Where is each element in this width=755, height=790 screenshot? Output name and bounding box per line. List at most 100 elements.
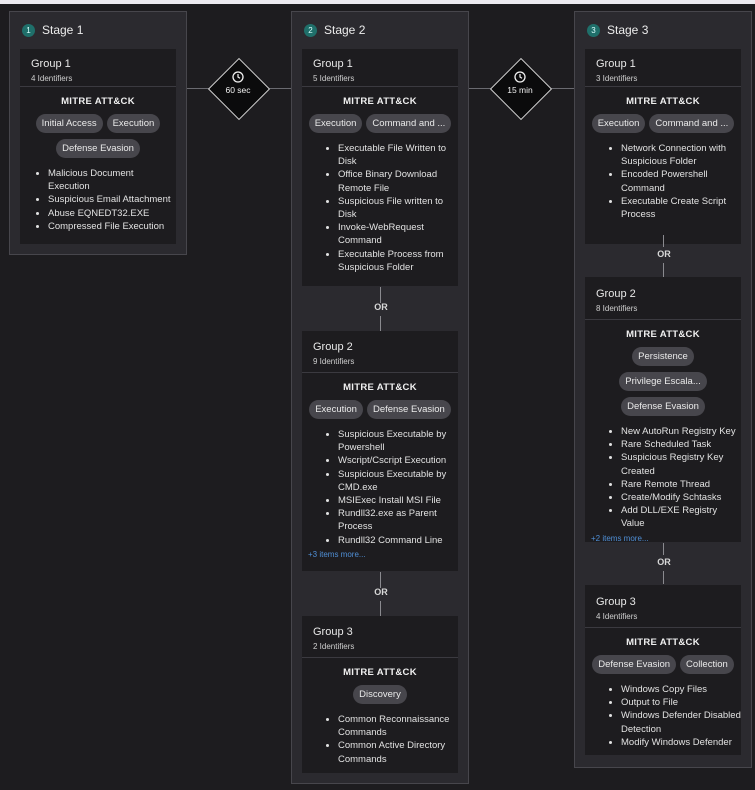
tactic-tag[interactable]: Command and ...	[649, 114, 735, 133]
identifier-list: Network Connection with Suspicious Folde…	[585, 142, 741, 221]
identifier-list: Malicious Document Execution Suspicious …	[20, 167, 176, 233]
mitre-label: MITRE ATT&CK	[343, 382, 417, 393]
stage-2-card[interactable]: 2 Stage 2 Group 1 5 Identifiers MITRE AT…	[291, 11, 469, 784]
group-card[interactable]: Group 3 4 Identifiers MITRE ATT&CK Defen…	[585, 585, 741, 755]
tactic-tag[interactable]: Execution	[308, 114, 363, 133]
list-item: Wscript/Cscript Execution	[338, 454, 458, 467]
group-card[interactable]: Group 1 5 Identifiers MITRE ATT&CK Execu…	[302, 49, 458, 286]
list-item: Suspicious Email Attachment	[48, 193, 176, 206]
tactic-tag[interactable]: Execution	[106, 114, 161, 133]
list-item: Rare Scheduled Task	[621, 438, 741, 451]
list-item: Modify Windows Defender	[621, 736, 741, 749]
list-item: Rare Remote Thread	[621, 478, 741, 491]
list-item: Network Connection with Suspicious Folde…	[621, 142, 741, 168]
group-identifier-count: 4 Identifiers	[31, 74, 73, 83]
or-connector-line	[663, 543, 664, 555]
list-item: Suspicious Executable by CMD.exe	[338, 468, 458, 494]
list-item: Create/Modify Schtasks	[621, 491, 741, 504]
tactic-tags: Defense Evasion Collection	[585, 655, 741, 680]
group-card[interactable]: Group 3 2 Identifiers MITRE ATT&CK Disco…	[302, 616, 458, 773]
list-item: Abuse EQNEDT32.EXE	[48, 207, 176, 220]
group-identifier-count: 4 Identifiers	[596, 612, 638, 621]
tactic-tag[interactable]: Defense Evasion	[621, 397, 705, 416]
group-identifier-count: 8 Identifiers	[596, 304, 638, 313]
mitre-label: MITRE ATT&CK	[61, 96, 135, 107]
identifier-list: Common Reconnaissance Commands Common Ac…	[302, 713, 458, 766]
group-header: Group 2 9 Identifiers	[302, 331, 458, 373]
group-header: Group 1 3 Identifiers	[585, 49, 741, 87]
group-header: Group 1 5 Identifiers	[302, 49, 458, 87]
list-item: Malicious Document Execution	[48, 167, 176, 193]
or-connector-line	[380, 572, 381, 588]
list-item: Common Active Directory Commands	[338, 739, 458, 765]
group-identifier-count: 9 Identifiers	[313, 357, 355, 366]
tactic-tag[interactable]: Defense Evasion	[366, 400, 451, 419]
group-identifier-count: 2 Identifiers	[313, 642, 355, 651]
tactic-tags: Persistence Privilege Escala... Defense …	[585, 347, 741, 422]
list-item: Executable File Written to Disk	[338, 142, 458, 168]
tactic-tags: Execution Command and ...	[585, 114, 741, 139]
group-card[interactable]: Group 2 9 Identifiers MITRE ATT&CK Execu…	[302, 331, 458, 571]
list-item: Suspicious Registry Key Created	[621, 451, 741, 477]
timer-label: 15 min	[507, 85, 533, 95]
group-card[interactable]: Group 2 8 Identifiers MITRE ATT&CK Persi…	[585, 277, 741, 543]
identifier-list: New AutoRun Registry Key Rare Scheduled …	[585, 425, 741, 531]
list-item: Windows Copy Files	[621, 683, 741, 696]
tactic-tag[interactable]: Privilege Escala...	[619, 372, 707, 391]
stage-title: Stage 1	[42, 23, 84, 37]
or-connector-line	[380, 601, 381, 616]
tactic-tags: Execution Command and ...	[302, 114, 458, 139]
mitre-label: MITRE ATT&CK	[343, 96, 417, 107]
identifier-list: Windows Copy Files Output to File Window…	[585, 683, 741, 749]
list-item: Executable Process from Suspicious Folde…	[338, 248, 458, 274]
top-bar	[0, 0, 755, 4]
list-item: Suspicious Executable by Powershell	[338, 428, 458, 454]
timer-2: 15 min	[490, 71, 550, 95]
tactic-tag[interactable]: Defense Evasion	[56, 139, 140, 158]
tactic-tag[interactable]: Execution	[309, 400, 363, 419]
tactic-tag[interactable]: Persistence	[632, 347, 694, 366]
more-items-link[interactable]: +3 items more...	[302, 550, 458, 559]
group-title: Group 2	[313, 341, 353, 353]
list-item: Invoke-WebRequest Command	[338, 221, 458, 247]
more-items-link[interactable]: +2 items more...	[585, 534, 741, 543]
timer-1: 60 sec	[208, 71, 268, 95]
stage-1-card[interactable]: 1 Stage 1 Group 1 4 Identifiers MITRE AT…	[9, 11, 187, 255]
or-connector-line	[663, 571, 664, 584]
group-title: Group 2	[596, 288, 636, 300]
clock-icon	[232, 71, 244, 83]
timer-label: 60 sec	[225, 85, 251, 95]
group-card[interactable]: Group 1 3 Identifiers MITRE ATT&CK Execu…	[585, 49, 741, 244]
mitre-label: MITRE ATT&CK	[626, 329, 700, 340]
list-item: Rundll32 Command Line	[338, 534, 458, 547]
tactic-tags: Execution Defense Evasion	[302, 400, 458, 425]
or-label: OR	[657, 249, 671, 259]
stage-3-card[interactable]: 3 Stage 3 Group 1 3 Identifiers MITRE AT…	[574, 11, 752, 768]
stage-header: 1 Stage 1	[10, 12, 186, 48]
list-item: Encoded Powershell Command	[621, 168, 741, 194]
group-header: Group 3 4 Identifiers	[585, 585, 741, 628]
list-item: Compressed File Execution	[48, 220, 176, 233]
stage-title: Stage 3	[607, 23, 649, 37]
tactic-tag[interactable]: Discovery	[353, 685, 407, 704]
group-identifier-count: 3 Identifiers	[596, 74, 638, 83]
or-label: OR	[374, 302, 388, 312]
stage-number-badge: 3	[587, 23, 600, 37]
tactic-tag[interactable]: Execution	[591, 114, 646, 133]
group-title: Group 1	[313, 58, 353, 70]
tactic-tag[interactable]: Command and ...	[366, 114, 452, 133]
group-header: Group 2 8 Identifiers	[585, 277, 741, 320]
tactic-tag[interactable]: Collection	[680, 655, 734, 674]
list-item: Common Reconnaissance Commands	[338, 713, 458, 739]
list-item: Rundll32.exe as Parent Process	[338, 507, 458, 533]
mitre-label: MITRE ATT&CK	[343, 667, 417, 678]
group-card[interactable]: Group 1 4 Identifiers MITRE ATT&CK Initi…	[20, 49, 176, 244]
mitre-label: MITRE ATT&CK	[626, 96, 700, 107]
list-item: Add DLL/EXE Registry Value	[621, 504, 741, 530]
stage-header: 2 Stage 2	[292, 12, 468, 48]
tactic-tag[interactable]: Defense Evasion	[592, 655, 677, 674]
tactic-tags: Discovery	[302, 685, 458, 710]
or-label: OR	[374, 587, 388, 597]
list-item: MSIExec Install MSI File	[338, 494, 458, 507]
tactic-tag[interactable]: Initial Access	[35, 114, 103, 133]
